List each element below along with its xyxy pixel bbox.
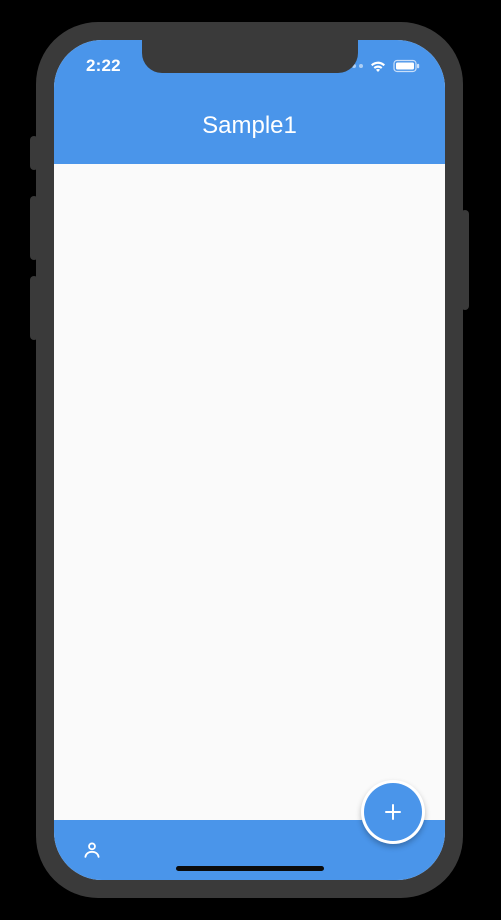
- battery-icon: [393, 59, 421, 73]
- page-body: [54, 164, 445, 820]
- wifi-icon: [369, 59, 387, 73]
- person-icon: [81, 839, 103, 861]
- status-time: 2:22: [86, 56, 121, 76]
- device-notch: [142, 40, 358, 73]
- fab-notch: [361, 780, 425, 844]
- app-bar-title: Sample1: [202, 112, 297, 140]
- device-frame: 2:22: [36, 22, 463, 898]
- person-button[interactable]: [72, 830, 112, 870]
- device-screen: 2:22: [54, 40, 445, 880]
- plus-icon: [381, 800, 405, 824]
- home-indicator[interactable]: [176, 866, 324, 871]
- add-fab[interactable]: [364, 783, 422, 841]
